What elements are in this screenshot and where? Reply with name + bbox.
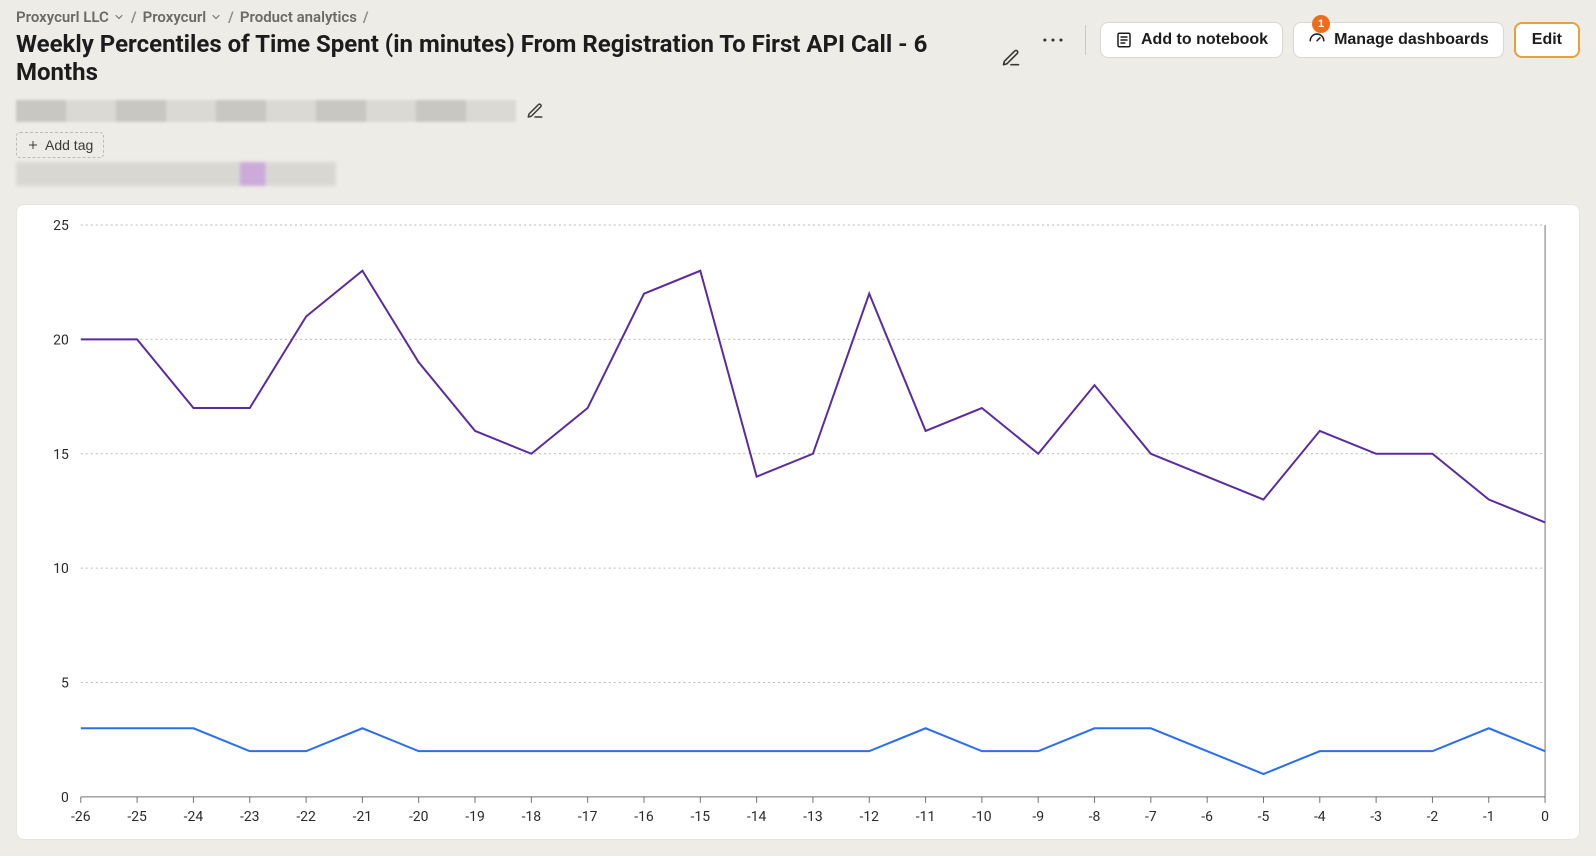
add-to-notebook-button[interactable]: Add to notebook	[1100, 22, 1283, 58]
svg-text:-1: -1	[1483, 809, 1495, 825]
svg-text:-21: -21	[353, 809, 373, 825]
svg-text:-3: -3	[1370, 809, 1382, 825]
svg-text:-5: -5	[1258, 809, 1270, 825]
page-header: Proxycurl LLC / Proxycurl / Product analytic…	[0, 0, 1596, 100]
chart-card: 0510152025-26-25-24-23-22-21-20-19-18-17…	[16, 204, 1580, 840]
svg-text:-2: -2	[1427, 809, 1439, 825]
breadcrumb: Proxycurl LLC / Proxycurl / Product analytic…	[16, 8, 1021, 26]
svg-text:-23: -23	[240, 809, 260, 825]
svg-text:-11: -11	[916, 809, 936, 825]
edit-button[interactable]: Edit	[1514, 22, 1580, 58]
svg-text:-6: -6	[1201, 809, 1213, 825]
svg-text:-19: -19	[465, 809, 485, 825]
svg-text:-12: -12	[859, 809, 879, 825]
description-placeholder	[16, 100, 516, 122]
button-label: Manage dashboards	[1334, 31, 1489, 49]
svg-text:25: 25	[53, 218, 69, 234]
button-label: Edit	[1532, 31, 1562, 49]
header-left: Proxycurl LLC / Proxycurl / Product analytic…	[16, 8, 1021, 86]
svg-text:-4: -4	[1314, 809, 1326, 825]
edit-title-icon[interactable]	[1001, 48, 1021, 68]
svg-text:-9: -9	[1032, 809, 1044, 825]
breadcrumb-separator: /	[228, 8, 234, 26]
svg-text:-18: -18	[522, 809, 542, 825]
edit-description-icon[interactable]	[526, 102, 544, 120]
svg-text:-25: -25	[127, 809, 147, 825]
svg-text:-7: -7	[1145, 809, 1157, 825]
button-label: Add to notebook	[1141, 31, 1268, 49]
svg-text:-26: -26	[71, 809, 91, 825]
svg-text:-8: -8	[1089, 809, 1101, 825]
add-tag-label: Add tag	[45, 137, 93, 153]
line-chart: 0510152025-26-25-24-23-22-21-20-19-18-17…	[31, 215, 1565, 833]
svg-text:15: 15	[53, 447, 69, 463]
svg-text:10: 10	[53, 561, 69, 577]
svg-text:-22: -22	[296, 809, 316, 825]
chart-series-upper-percentile	[81, 271, 1545, 523]
svg-text:0: 0	[61, 790, 69, 806]
svg-text:0: 0	[1541, 809, 1549, 825]
add-tag-button[interactable]: Add tag	[16, 132, 104, 158]
svg-text:-17: -17	[578, 809, 598, 825]
svg-text:-24: -24	[184, 809, 204, 825]
manage-dashboards-button[interactable]: 1 Manage dashboards	[1293, 22, 1504, 58]
chevron-down-icon	[210, 11, 222, 23]
breadcrumb-item[interactable]: Product analytics	[240, 8, 357, 26]
divider	[1085, 25, 1086, 55]
breadcrumb-separator: /	[131, 8, 137, 26]
chart-series-lower-percentile	[81, 728, 1545, 774]
svg-text:-15: -15	[691, 809, 711, 825]
svg-text:-10: -10	[972, 809, 992, 825]
breadcrumb-item[interactable]: Proxycurl LLC	[16, 8, 125, 26]
svg-text:-20: -20	[409, 809, 429, 825]
more-options-button[interactable]: ···	[1037, 23, 1071, 57]
subheader: Add tag	[0, 100, 1596, 194]
svg-text:-13: -13	[803, 809, 823, 825]
svg-text:20: 20	[53, 332, 69, 348]
page-title: Weekly Percentiles of Time Spent (in min…	[16, 30, 991, 86]
chevron-down-icon	[113, 11, 125, 23]
notification-badge: 1	[1312, 15, 1330, 33]
description-row	[16, 100, 1580, 122]
notebook-icon	[1115, 31, 1133, 49]
svg-text:-16: -16	[634, 809, 654, 825]
breadcrumb-item[interactable]: Proxycurl	[143, 8, 223, 26]
svg-text:-14: -14	[747, 809, 767, 825]
header-right: ··· Add to notebook 1 Manage dashboards …	[1037, 8, 1580, 58]
breadcrumb-separator: /	[363, 8, 369, 26]
dashboard-icon	[1308, 31, 1326, 49]
title-row: Weekly Percentiles of Time Spent (in min…	[16, 30, 1021, 86]
plus-icon	[27, 139, 39, 151]
svg-text:5: 5	[61, 675, 69, 691]
meta-placeholder	[16, 162, 336, 186]
